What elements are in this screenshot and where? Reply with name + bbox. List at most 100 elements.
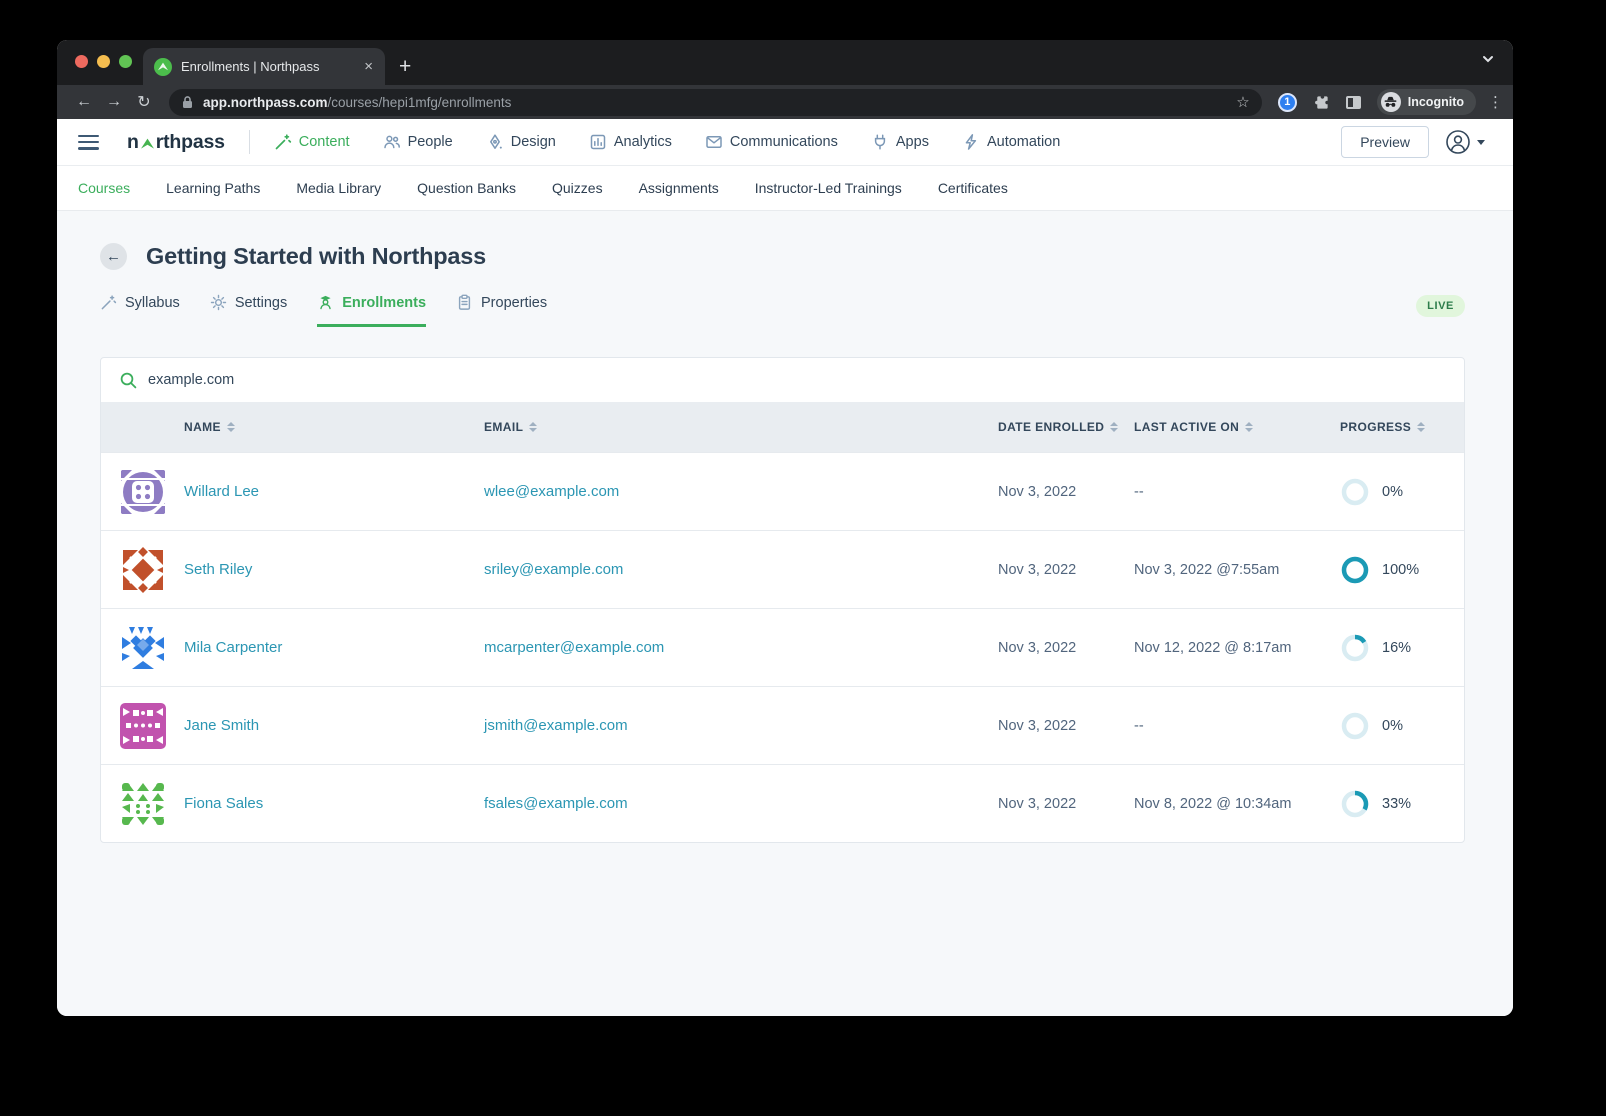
identicon-avatar (120, 781, 166, 827)
new-tab-button[interactable]: + (399, 55, 411, 79)
search-input[interactable] (148, 372, 1446, 388)
enrollee-name-link[interactable]: Seth Riley (184, 561, 484, 578)
enrollee-name-link[interactable]: Mila Carpenter (184, 639, 484, 656)
side-panel-icon[interactable] (1346, 96, 1361, 109)
progress-cell: 33% (1340, 789, 1464, 819)
column-header-last-active-on[interactable]: LAST ACTIVE ON (1134, 420, 1340, 434)
nav-item-people[interactable]: People (383, 133, 453, 151)
progress-cell: 100% (1340, 555, 1464, 585)
bookmark-star-icon[interactable]: ☆ (1236, 93, 1249, 111)
sort-icon[interactable] (227, 422, 235, 432)
column-header-date-enrolled[interactable]: DATE ENROLLED (998, 420, 1134, 434)
sort-icon[interactable] (1245, 422, 1253, 432)
enrollee-name-link[interactable]: Jane Smith (184, 717, 484, 734)
last-active-on: Nov 3, 2022 @7:55am (1134, 562, 1340, 578)
address-bar[interactable]: app.northpass.com/courses/hepi1mfg/enrol… (169, 89, 1262, 116)
column-header-name[interactable]: NAME (184, 420, 484, 434)
magic-wand-icon (100, 294, 117, 311)
browser-reload-button[interactable]: ↻ (131, 92, 157, 112)
avatar (101, 469, 184, 515)
identicon-avatar (120, 703, 166, 749)
subnav-item-quizzes[interactable]: Quizzes (552, 180, 603, 196)
subnav-item-certificates[interactable]: Certificates (938, 180, 1008, 196)
minimize-window-button[interactable] (97, 55, 110, 68)
desktop-background: Enrollments | Northpass × + ← → ↻ app.no… (0, 0, 1606, 1116)
sort-icon[interactable] (1110, 422, 1118, 432)
browser-forward-button[interactable]: → (101, 93, 127, 111)
table-row: Jane Smith jsmith@example.com Nov 3, 202… (101, 686, 1464, 764)
enrollee-email-link[interactable]: wlee@example.com (484, 483, 998, 500)
enrollee-email-link[interactable]: fsales@example.com (484, 795, 998, 812)
progress-cell: 16% (1340, 633, 1464, 663)
user-menu[interactable] (1445, 129, 1485, 155)
table-header: NAME EMAIL DATE ENROLLED LAST ACTIVE ON … (101, 402, 1464, 452)
column-header-progress[interactable]: PROGRESS (1340, 420, 1464, 434)
sort-icon[interactable] (1417, 422, 1425, 432)
app-header: nrthpass Content People Design A (57, 119, 1513, 166)
close-tab-icon[interactable]: × (362, 58, 375, 75)
date-enrolled: Nov 3, 2022 (998, 484, 1134, 500)
progress-ring (1340, 477, 1370, 507)
avatar (101, 625, 184, 671)
onepassword-extension-icon[interactable]: 1 (1278, 93, 1297, 112)
clipboard-icon (456, 294, 473, 311)
browser-toolbar: ← → ↻ app.northpass.com/courses/hepi1mfg… (57, 85, 1513, 119)
subnav-item-instructor-led-trainings[interactable]: Instructor-Led Trainings (755, 180, 902, 196)
enrollee-name-link[interactable]: Willard Lee (184, 483, 484, 500)
tab-enrollments[interactable]: Enrollments (317, 294, 426, 327)
subnav-item-media-library[interactable]: Media Library (296, 180, 381, 196)
identicon-avatar (120, 469, 166, 515)
tab-settings[interactable]: Settings (210, 294, 287, 327)
tab-syllabus[interactable]: Syllabus (100, 294, 180, 327)
avatar (101, 781, 184, 827)
course-tabs-row: Syllabus Settings Enrollments Properties (100, 294, 1465, 327)
enrollee-email-link[interactable]: sriley@example.com (484, 561, 998, 578)
plug-icon (871, 133, 889, 151)
header-actions: Preview (1341, 126, 1485, 158)
date-enrolled: Nov 3, 2022 (998, 640, 1134, 656)
zoom-window-button[interactable] (119, 55, 132, 68)
close-window-button[interactable] (75, 55, 88, 68)
browser-back-button[interactable]: ← (71, 93, 97, 111)
envelope-icon (705, 133, 723, 151)
preview-button[interactable]: Preview (1341, 126, 1429, 158)
magic-wand-icon (274, 133, 292, 151)
column-header-email[interactable]: EMAIL (484, 420, 998, 434)
nav-item-automation[interactable]: Automation (962, 133, 1060, 151)
search-icon (119, 371, 138, 390)
people-icon (383, 133, 401, 151)
progress-cell: 0% (1340, 711, 1464, 741)
nav-item-content[interactable]: Content (274, 133, 350, 151)
enrollee-email-link[interactable]: jsmith@example.com (484, 717, 998, 734)
nav-item-communications[interactable]: Communications (705, 133, 838, 151)
subnav-item-question-banks[interactable]: Question Banks (417, 180, 516, 196)
subnav-item-courses[interactable]: Courses (78, 180, 130, 196)
progress-label: 33% (1382, 796, 1411, 812)
tab-search-chevron-icon[interactable] (1481, 52, 1495, 71)
nav-item-apps[interactable]: Apps (871, 133, 929, 151)
northpass-logo[interactable]: nrthpass (127, 131, 225, 154)
incognito-badge: Incognito (1377, 89, 1476, 115)
hamburger-menu-icon[interactable] (78, 135, 99, 150)
progress-label: 100% (1382, 562, 1419, 578)
avatar (101, 703, 184, 749)
browser-tab[interactable]: Enrollments | Northpass × (143, 48, 385, 85)
tab-properties[interactable]: Properties (456, 294, 547, 327)
subnav-item-learning-paths[interactable]: Learning Paths (166, 180, 260, 196)
progress-ring (1340, 555, 1370, 585)
sort-icon[interactable] (529, 422, 537, 432)
enrollee-email-link[interactable]: mcarpenter@example.com (484, 639, 998, 656)
browser-menu-icon[interactable]: ⋮ (1488, 93, 1503, 111)
chevron-down-icon (1477, 140, 1485, 145)
window-controls[interactable] (75, 55, 132, 68)
extensions-puzzle-icon[interactable] (1313, 94, 1330, 111)
enrollee-name-link[interactable]: Fiona Sales (184, 795, 484, 812)
enrollments-card: NAME EMAIL DATE ENROLLED LAST ACTIVE ON … (100, 357, 1465, 843)
subnav-item-assignments[interactable]: Assignments (639, 180, 719, 196)
back-button[interactable]: ← (100, 243, 127, 270)
nav-item-design[interactable]: Design (486, 133, 556, 151)
northpass-logo-mark-icon (140, 136, 155, 151)
progress-ring (1340, 789, 1370, 819)
course-tabs: Syllabus Settings Enrollments Properties (100, 294, 547, 327)
nav-item-analytics[interactable]: Analytics (589, 133, 672, 151)
